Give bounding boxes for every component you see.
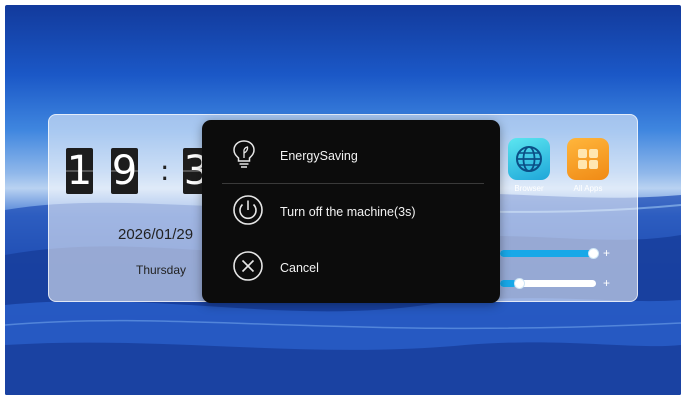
volume-slider-knob[interactable] — [588, 248, 599, 259]
power-icon — [231, 193, 265, 232]
turn-off-label: Turn off the machine(3s) — [280, 205, 416, 219]
volume-slider-fill — [500, 250, 593, 257]
browser-app-button[interactable] — [508, 138, 550, 180]
turn-off-option[interactable]: Turn off the machine(3s) — [202, 192, 500, 232]
menu-divider — [222, 183, 484, 184]
brightness-slider-knob[interactable] — [514, 278, 525, 289]
brightness-plus-button[interactable]: + — [603, 276, 610, 290]
clock-date: 2026/01/29 — [118, 226, 194, 243]
all-apps-label: All Apps — [573, 184, 603, 193]
browser-app-label: Browser — [514, 184, 544, 193]
clock-digit: 9 — [111, 148, 138, 194]
all-apps-button[interactable] — [567, 138, 609, 180]
volume-plus-button[interactable]: + — [603, 246, 610, 260]
clock-weekday: Thursday — [136, 263, 187, 277]
energy-saving-label: EnergySaving — [280, 149, 358, 163]
clock-separator: : — [160, 154, 170, 187]
clock-digit: 1 — [66, 148, 93, 194]
cancel-label: Cancel — [280, 261, 319, 275]
grid-icon — [578, 149, 598, 169]
globe-icon — [516, 146, 542, 172]
close-circle-icon — [231, 249, 265, 288]
power-menu-dialog: EnergySaving Turn off the machine(3s) Ca… — [202, 120, 500, 303]
cancel-option[interactable]: Cancel — [202, 248, 500, 288]
energy-saving-option[interactable]: EnergySaving — [202, 136, 500, 176]
lightbulb-icon — [231, 139, 257, 174]
